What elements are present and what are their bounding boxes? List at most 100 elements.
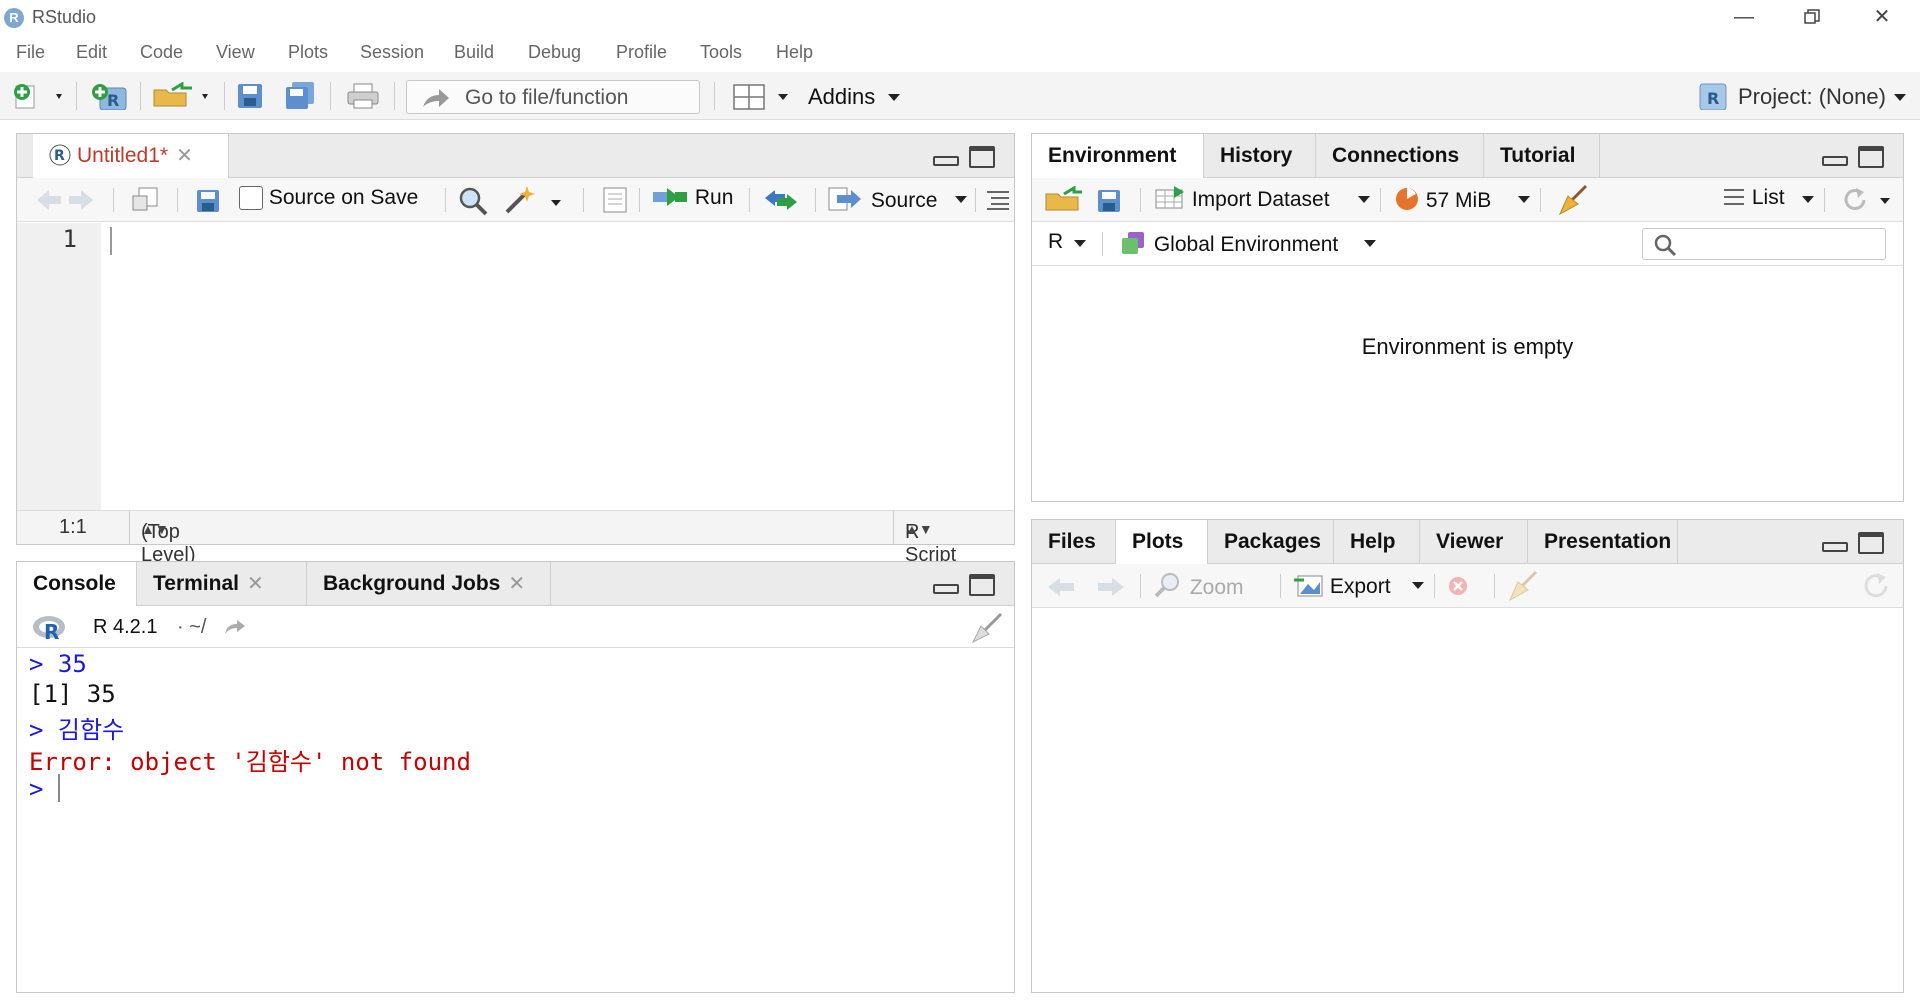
refresh-icon[interactable] — [1842, 186, 1894, 214]
print-icon[interactable] — [346, 82, 380, 110]
minimize-pane-icon[interactable] — [1822, 542, 1848, 552]
rerun-icon[interactable] — [761, 188, 801, 212]
svg-text:R: R — [44, 620, 59, 642]
open-file-icon[interactable] — [152, 82, 214, 110]
export-button[interactable]: Export — [1292, 572, 1391, 599]
clear-console-broom-icon[interactable] — [967, 612, 1007, 644]
tab-presentation[interactable]: Presentation — [1528, 520, 1678, 564]
tab-console[interactable]: Console — [17, 562, 137, 607]
menu-view[interactable]: View — [216, 42, 255, 63]
view-mode-chevron-down-icon[interactable] — [1802, 196, 1814, 203]
tab-environment[interactable]: Environment — [1032, 134, 1204, 179]
editor-text-area[interactable] — [110, 227, 112, 255]
import-dataset-button[interactable]: Import Dataset — [1154, 186, 1330, 212]
source-chevron-down-icon[interactable] — [955, 196, 967, 203]
minimize-pane-icon[interactable] — [933, 156, 959, 166]
run-button[interactable]: Run — [651, 186, 733, 210]
addins-menu[interactable]: Addins — [808, 84, 875, 110]
menu-bar: File Edit Code View Plots Session Build … — [0, 38, 1920, 68]
view-mode-label: List — [1751, 186, 1785, 209]
close-window-button[interactable]: ✕ — [1852, 0, 1912, 36]
menu-debug[interactable]: Debug — [528, 42, 581, 63]
show-in-window-icon[interactable] — [131, 186, 161, 214]
addins-chevron-down-icon[interactable] — [888, 94, 900, 101]
tab-packages[interactable]: Packages — [1208, 520, 1334, 564]
menu-build[interactable]: Build — [454, 42, 494, 63]
tab-untitled1[interactable]: R Untitled1* ✕ — [33, 134, 229, 179]
pane-layout-icon[interactable] — [732, 82, 792, 110]
source-on-save-toggle[interactable]: Source on Save — [239, 186, 418, 211]
tab-viewer[interactable]: Viewer — [1420, 520, 1528, 564]
tab-background-jobs-label: Background Jobs — [323, 572, 501, 595]
menu-edit[interactable]: Edit — [76, 42, 107, 63]
global-environment-selector[interactable]: Global Environment — [1120, 230, 1338, 257]
project-menu[interactable]: Project: (None) — [1738, 84, 1886, 110]
source-button[interactable]: Source — [827, 186, 937, 213]
find-replace-icon[interactable] — [457, 186, 491, 216]
language-chevron-down-icon[interactable] — [1074, 240, 1086, 247]
document-outline-icon[interactable] — [985, 190, 1011, 210]
minimize-pane-icon[interactable] — [1822, 156, 1848, 166]
save-workspace-icon[interactable] — [1096, 188, 1124, 214]
memory-usage-button[interactable]: 57 MiB — [1394, 186, 1491, 213]
minimize-pane-icon[interactable] — [933, 584, 959, 594]
new-file-icon[interactable] — [10, 82, 66, 110]
go-to-file-function-input[interactable]: Go to file/function — [406, 80, 700, 114]
scope-chevron-down-icon[interactable] — [1364, 240, 1376, 247]
menu-plots[interactable]: Plots — [288, 42, 328, 63]
list-icon — [1724, 189, 1744, 205]
console-output[interactable]: > 35 [1] 35 > 김함수 Error: object '김함수' no… — [17, 648, 1014, 992]
menu-session[interactable]: Session — [360, 42, 424, 63]
close-tab-icon[interactable]: ✕ — [247, 573, 264, 595]
clear-plots-broom-icon[interactable] — [1506, 570, 1540, 602]
editor-save-icon[interactable] — [195, 188, 223, 214]
zoom-label: Zoom — [1189, 576, 1244, 599]
close-tab-icon[interactable]: ✕ — [508, 573, 525, 595]
tab-help[interactable]: Help — [1334, 520, 1420, 564]
editor-toolbar: Source on Save Run Source — [17, 178, 1014, 222]
save-icon[interactable] — [236, 82, 266, 110]
new-project-icon[interactable]: R — [90, 82, 130, 110]
tab-files[interactable]: Files — [1032, 520, 1116, 564]
tab-terminal[interactable]: Terminal ✕ — [137, 562, 307, 606]
save-all-icon[interactable] — [284, 82, 318, 110]
load-workspace-icon[interactable] — [1044, 186, 1084, 214]
maximize-pane-icon[interactable] — [1858, 532, 1884, 554]
menu-help[interactable]: Help — [776, 42, 813, 63]
environment-search-input[interactable] — [1642, 228, 1886, 260]
maximize-pane-icon[interactable] — [969, 146, 995, 168]
maximize-pane-icon[interactable] — [1858, 146, 1884, 168]
code-tools-wand-icon[interactable] — [503, 184, 567, 216]
menu-code[interactable]: Code — [140, 42, 183, 63]
import-chevron-down-icon[interactable] — [1358, 196, 1370, 203]
menu-tools[interactable]: Tools — [700, 42, 742, 63]
go-to-directory-icon[interactable] — [223, 618, 247, 636]
clear-objects-broom-icon[interactable] — [1556, 184, 1590, 216]
minimize-window-button[interactable]: — — [1714, 0, 1774, 36]
restore-window-button[interactable] — [1782, 0, 1842, 36]
zoom-button[interactable]: Zoom — [1154, 572, 1244, 600]
back-forward-icon[interactable] — [35, 188, 95, 212]
svg-text:R: R — [54, 148, 65, 164]
memory-chevron-down-icon[interactable] — [1518, 196, 1530, 203]
project-chevron-down-icon[interactable] — [1894, 94, 1906, 101]
working-directory[interactable]: · ~/ — [177, 616, 206, 639]
tab-connections[interactable]: Connections — [1316, 134, 1484, 178]
tab-history[interactable]: History — [1204, 134, 1316, 178]
close-tab-icon[interactable]: ✕ — [176, 145, 193, 167]
tab-tutorial[interactable]: Tutorial — [1484, 134, 1600, 178]
menu-profile[interactable]: Profile — [616, 42, 667, 63]
maximize-pane-icon[interactable] — [969, 574, 995, 596]
remove-plot-icon[interactable] — [1446, 574, 1486, 598]
refresh-plot-icon[interactable] — [1862, 572, 1892, 600]
view-mode-selector[interactable]: List — [1722, 186, 1785, 210]
export-chevron-down-icon[interactable] — [1412, 582, 1424, 589]
tab-plots[interactable]: Plots — [1116, 520, 1208, 565]
plot-back-forward-icon[interactable] — [1046, 576, 1126, 598]
tab-background-jobs[interactable]: Background Jobs ✕ — [307, 562, 551, 606]
language-selector[interactable]: R — [1048, 230, 1063, 254]
menu-file[interactable]: File — [16, 42, 45, 63]
compile-report-icon[interactable] — [601, 186, 629, 214]
source-on-save-checkbox[interactable] — [239, 186, 263, 211]
console-prompt[interactable]: > — [29, 774, 60, 803]
